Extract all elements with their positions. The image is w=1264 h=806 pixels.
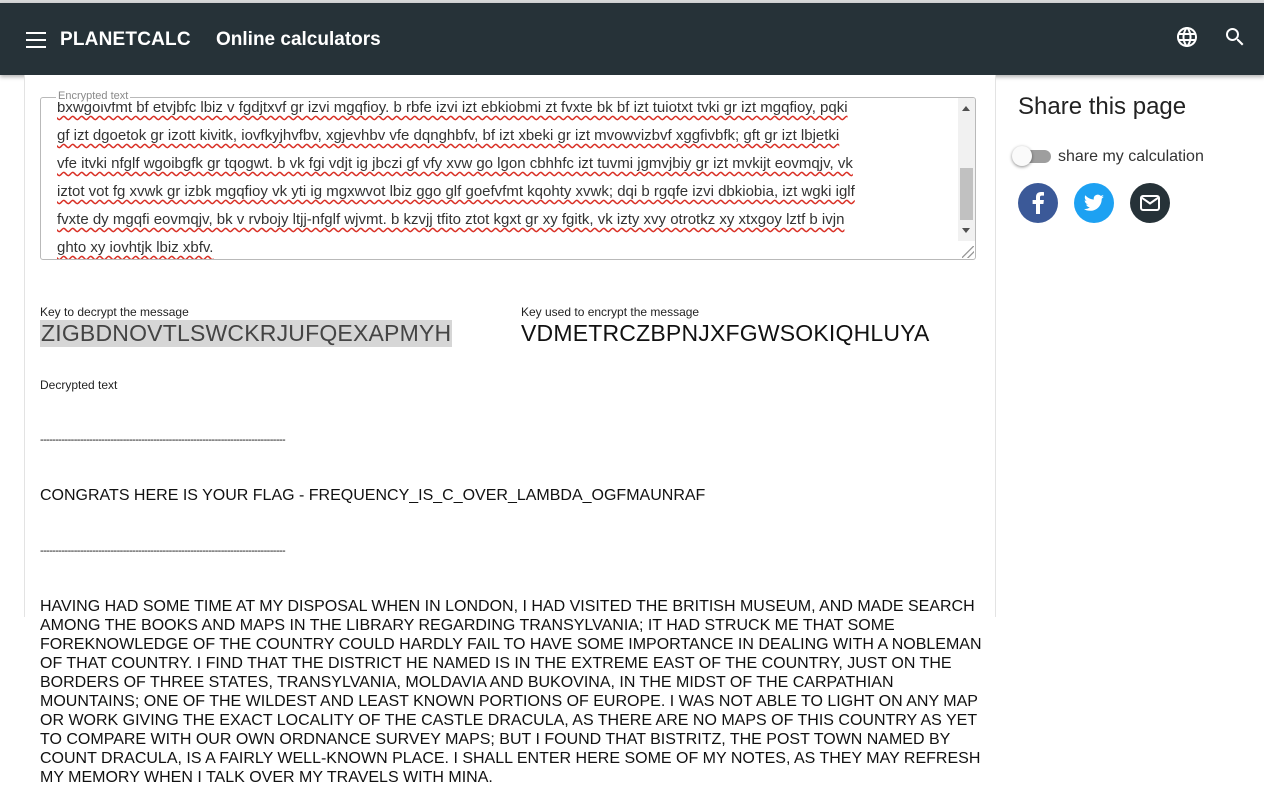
facebook-icon — [1032, 192, 1044, 214]
facebook-share-button[interactable] — [1018, 183, 1058, 223]
app-bar: PLANETCALC Online calculators — [0, 3, 1264, 75]
menu-icon[interactable] — [26, 32, 46, 48]
encrypt-key-label: Key used to encrypt the message — [521, 305, 700, 319]
decrypt-key-value[interactable]: ZIGBDNOVTLSWCKRJUFQEXAPMYH — [40, 320, 453, 347]
encrypted-text-label: Encrypted text — [56, 90, 131, 102]
encrypted-line: fvxte dy mgqfi eovmqjv, bk v rvbojy ltjj… — [57, 211, 845, 228]
encrypted-line: bxwgoivfmt bf etvjbfc lbiz v fgdjtxvf gr… — [57, 99, 848, 116]
twitter-icon — [1083, 194, 1104, 211]
scroll-up-arrow-icon[interactable] — [962, 106, 970, 111]
flag-line: CONGRATS HERE IS YOUR FLAG - FREQUENCY_I… — [40, 487, 706, 504]
decrypted-text-label: Decrypted text — [40, 378, 118, 392]
encrypted-line: vfe itvki nfglf wgoibgfk gr tqogwt. b vk… — [57, 155, 853, 172]
share-calculation-label[interactable]: share my calculation — [1058, 148, 1204, 166]
separator-line: ----------------------------------------… — [40, 545, 286, 557]
decrypt-key-label: Key to decrypt the message — [40, 305, 189, 319]
encrypted-line: gf izt dgoetok gr izott kivitk, iovfkyjh… — [57, 127, 840, 144]
separator-line: ----------------------------------------… — [40, 434, 286, 446]
email-share-button[interactable] — [1130, 183, 1170, 223]
twitter-share-button[interactable] — [1074, 183, 1114, 223]
encrypted-text-area[interactable]: bxwgoivfmt bf etvjbfc lbiz v fgdjtxvf gr… — [40, 97, 976, 260]
email-icon — [1140, 195, 1160, 211]
encrypt-key-value: VDMETRCZBPNJXFGWSOKIQHLUYA — [521, 320, 930, 346]
toggle-knob[interactable] — [1012, 146, 1032, 166]
brand-logo-text[interactable]: PLANETCALC — [60, 29, 191, 51]
resize-grip-icon[interactable] — [962, 246, 974, 258]
share-title: Share this page — [1018, 93, 1187, 120]
section-title[interactable]: Online calculators — [216, 29, 381, 51]
scroll-down-arrow-icon[interactable] — [962, 228, 970, 233]
decrypted-body: HAVING HAD SOME TIME AT MY DISPOSAL WHEN… — [40, 598, 986, 786]
search-icon[interactable] — [1223, 25, 1247, 49]
encrypted-line: ghto xy iovhtjk lbiz xbfv. — [57, 239, 214, 256]
scroll-thumb[interactable] — [960, 168, 973, 220]
encrypted-line: iztot vot fg xvwk gr izbk mgqfioy vk yti… — [57, 183, 855, 200]
globe-icon[interactable] — [1175, 25, 1199, 49]
textarea-scrollbar[interactable] — [958, 98, 975, 241]
decrypted-text-output: ----------------------------------------… — [40, 394, 985, 806]
encrypted-text-content[interactable]: bxwgoivfmt bf etvjbfc lbiz v fgdjtxvf gr… — [57, 98, 953, 259]
